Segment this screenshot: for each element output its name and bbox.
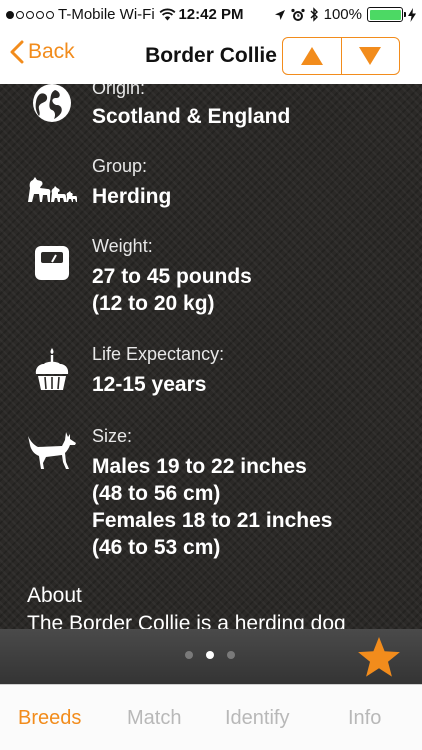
detail-label: Group: bbox=[92, 156, 148, 176]
signal-strength-icon bbox=[6, 10, 54, 19]
previous-breed-button[interactable] bbox=[283, 38, 341, 74]
bluetooth-icon bbox=[310, 7, 318, 22]
scale-icon bbox=[35, 246, 69, 280]
triangle-down-icon bbox=[359, 47, 382, 65]
prev-next-control bbox=[282, 37, 400, 75]
status-right: 100% bbox=[274, 6, 416, 23]
detail-label: Size: bbox=[92, 426, 133, 446]
back-button[interactable]: Back bbox=[10, 40, 75, 64]
triangle-up-icon bbox=[300, 47, 323, 65]
page-dot-1[interactable] bbox=[185, 651, 193, 659]
battery-percent: 100% bbox=[323, 6, 362, 23]
charging-bolt-icon bbox=[408, 7, 416, 22]
tab-breeds[interactable]: Breeds bbox=[18, 707, 81, 730]
about-text: The Border Collie is a herding dog bbox=[27, 612, 346, 629]
back-button-label: Back bbox=[28, 40, 75, 63]
battery-icon bbox=[367, 7, 406, 22]
favorite-star-icon[interactable] bbox=[356, 635, 402, 679]
tab-bar: Breeds Match Identify Info bbox=[0, 684, 422, 750]
about-heading: About bbox=[27, 584, 82, 607]
chevron-left-icon bbox=[10, 40, 24, 64]
detail-value: Males 19 to 22 inches (48 to 56 cm) Fema… bbox=[92, 455, 333, 559]
dog-silhouette-icon bbox=[28, 432, 76, 469]
navigation-bar: Back Border Collie bbox=[0, 30, 422, 84]
next-breed-button[interactable] bbox=[340, 38, 400, 74]
page-indicator[interactable] bbox=[185, 651, 235, 659]
page-dot-2[interactable] bbox=[206, 651, 214, 659]
cupcake-icon bbox=[35, 348, 69, 390]
alarm-clock-icon bbox=[291, 8, 305, 21]
detail-value: 27 to 45 pounds (12 to 20 kg) bbox=[92, 265, 252, 315]
detail-value: 12-15 years bbox=[92, 373, 207, 396]
detail-value: Herding bbox=[92, 185, 172, 208]
carrier-name: T-Mobile Wi-Fi bbox=[58, 6, 155, 23]
tab-info[interactable]: Info bbox=[348, 707, 381, 730]
detail-label: Life Expectancy: bbox=[92, 344, 225, 364]
globe-icon bbox=[33, 84, 71, 122]
detail-label: Origin: bbox=[92, 84, 146, 98]
wifi-icon bbox=[159, 8, 176, 21]
status-left: T-Mobile Wi-Fi bbox=[6, 6, 176, 23]
location-arrow-icon bbox=[274, 9, 285, 20]
tab-identify[interactable]: Identify bbox=[225, 707, 289, 730]
page-dot-3[interactable] bbox=[227, 651, 235, 659]
tab-match[interactable]: Match bbox=[127, 707, 181, 730]
status-bar: T-Mobile Wi-Fi 12:42 PM 100% bbox=[0, 0, 422, 30]
page-control-bar bbox=[0, 629, 422, 684]
detail-label: Weight: bbox=[92, 236, 153, 256]
breed-details-scroll[interactable]: Origin: Scotland & England Group: Herdin… bbox=[0, 84, 422, 629]
detail-value: Scotland & England bbox=[92, 105, 291, 128]
dogs-group-icon bbox=[28, 177, 77, 202]
